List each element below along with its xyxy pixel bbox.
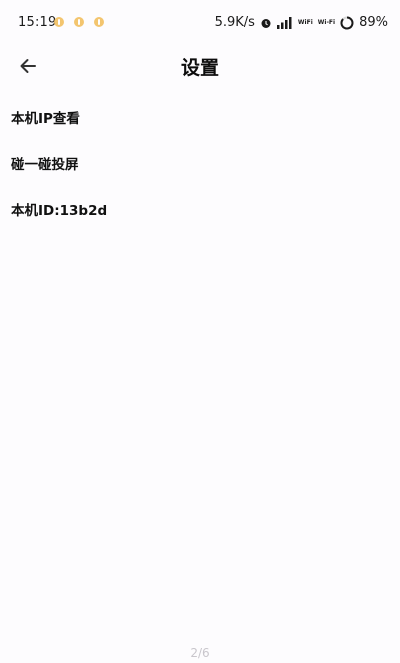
alarm-icon — [261, 18, 271, 28]
settings-list: 本机IP查看 碰一碰投屏 本机ID:13b2d — [0, 100, 400, 238]
page-title: 设置 — [180, 57, 219, 79]
page-indicator: 2/6 — [190, 646, 210, 660]
app-bar: 设置 — [0, 46, 400, 86]
battery-icon — [340, 16, 354, 29]
notification-icons — [54, 17, 104, 27]
settings-item-device-id: 本机ID:13b2d — [11, 203, 108, 219]
notification-icon — [74, 17, 84, 27]
notification-icon — [54, 17, 64, 27]
status-time: 15:19 — [18, 15, 57, 30]
settings-item-tap-cast[interactable]: 碰一碰投屏 — [0, 146, 400, 192]
status-indicators: 5.9K/s WiFi Wi-Fi 89% — [215, 15, 388, 30]
signal-icon — [276, 16, 292, 29]
wifi-indicator: Wi-Fi — [317, 18, 336, 26]
battery-percent: 89% — [359, 15, 388, 30]
wifi-indicator: WiFi — [297, 18, 313, 26]
settings-item-ip-view[interactable]: 本机IP查看 — [0, 100, 400, 146]
status-bar: 15:19 5.9K/s WiFi Wi-Fi 89% — [0, 0, 400, 46]
network-speed: 5.9K/s — [214, 15, 255, 30]
notification-icon — [94, 17, 104, 27]
settings-screen: 15:19 5.9K/s WiFi Wi-Fi 89% 设置 本机IP查看 碰一… — [0, 0, 400, 663]
